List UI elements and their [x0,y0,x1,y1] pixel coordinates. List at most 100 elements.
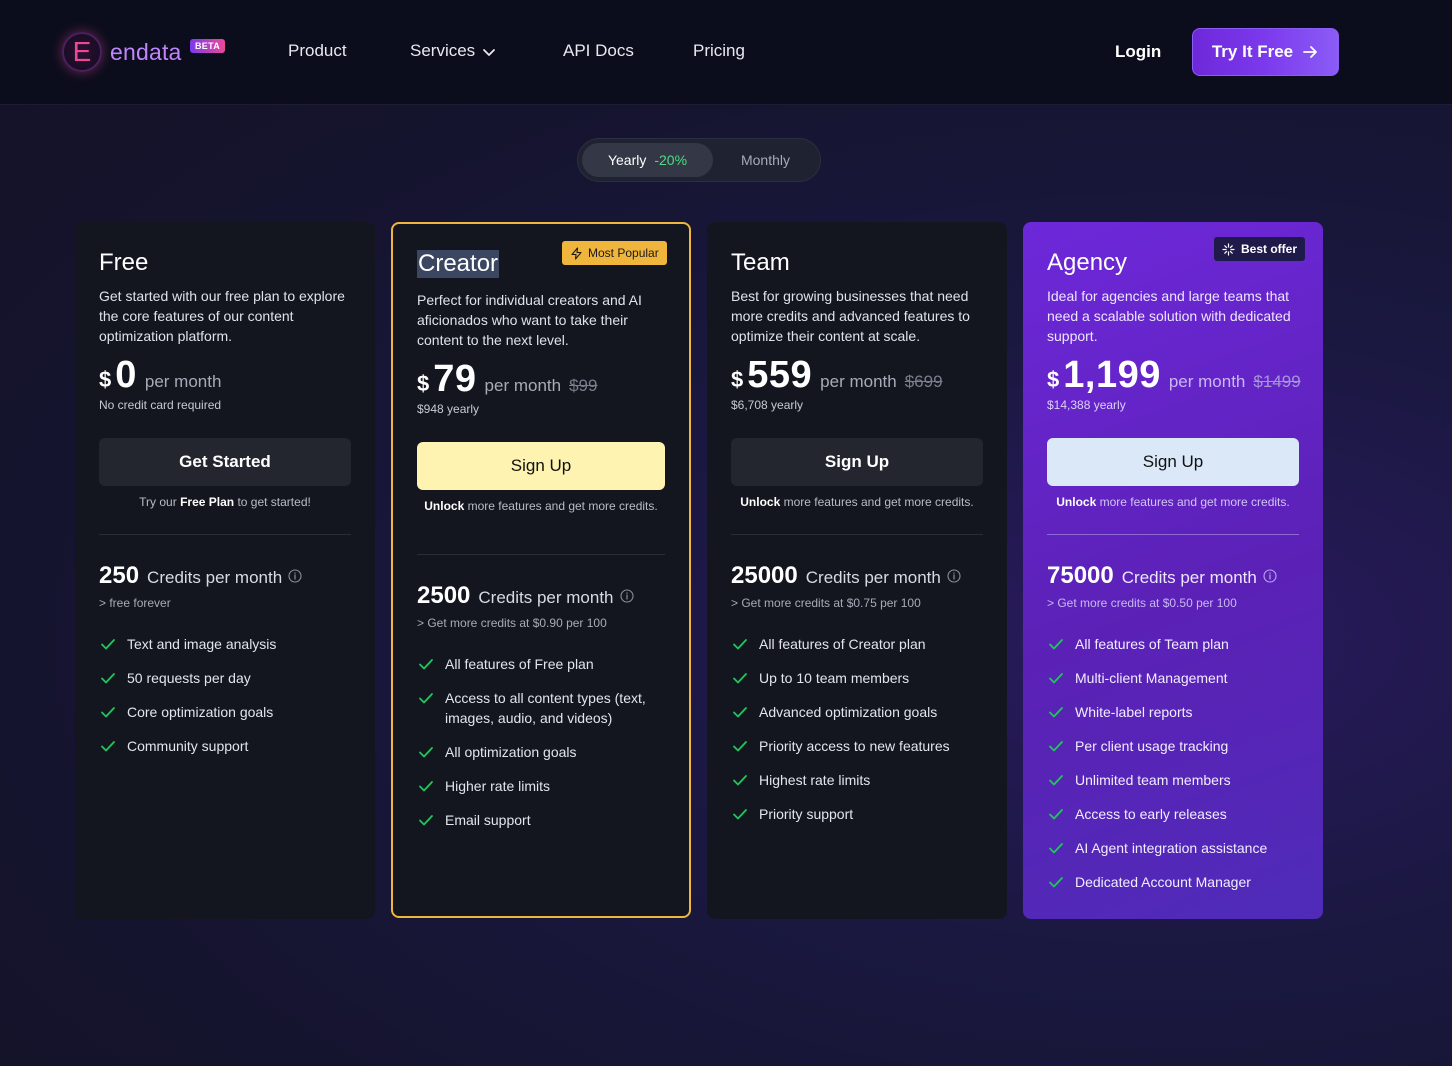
nav-link-product[interactable]: Product [288,41,347,61]
sign-up-button[interactable]: Sign Up [731,438,983,486]
check-icon [733,707,747,718]
check-icon [101,673,115,684]
feature-text: Higher rate limits [445,778,551,794]
feature-item: Priority access to new features [731,736,991,756]
feature-item: Community support [99,736,359,756]
divider [731,534,983,535]
price-amount: 0 [115,354,137,396]
credits-row: 25000 Credits per month [731,562,961,590]
feature-text: Up to 10 team members [759,670,910,686]
toggle-yearly[interactable]: Yearly -20% [582,143,713,177]
feature-text: Multi-client Management [1075,670,1228,686]
credits-amount: 25000 [731,562,798,589]
feature-text: Community support [127,738,249,754]
info-icon[interactable] [619,589,634,603]
feature-item: Access to early releases [1047,804,1307,824]
cta-note: Unlock more features and get more credit… [417,498,665,514]
try-free-label: Try It Free [1211,42,1294,61]
feature-text: Highest rate limits [759,772,871,788]
feature-item: All features of Team plan [1047,634,1307,654]
cta-note-bold: Unlock [1056,495,1097,509]
check-icon [101,707,115,718]
price-period: per month [144,372,222,391]
price-subtext: $948 yearly [417,402,480,416]
check-icon [1049,877,1063,888]
info-icon[interactable] [288,569,302,583]
credits-amount: 250 [99,562,140,589]
feature-item: Priority support [731,804,991,824]
check-icon [419,815,433,826]
feature-item: Email support [417,810,677,830]
feature-item: Dedicated Account Manager [1047,872,1307,892]
plan-description: Perfect for individual creators and AI a… [417,292,642,348]
price-original: $699 [904,372,943,391]
credits-label: Credits per month [805,568,941,587]
price-currency: $ [731,367,744,392]
toggle-monthly[interactable]: Monthly [713,143,818,177]
check-icon [733,673,747,684]
price-row: $ 559 per month $699 [731,354,943,397]
check-icon [1049,775,1063,786]
credits-subtext: > free forever [99,596,171,610]
cta-note-bold: Unlock [424,499,465,513]
feature-item: Advanced optimization goals [731,702,991,722]
info-icon[interactable] [1263,569,1277,583]
divider [417,554,665,555]
credits-subtext: > Get more credits at $0.90 per 100 [417,616,607,630]
credits-amount: 2500 [417,582,471,609]
price-amount: 559 [747,354,813,396]
check-icon [733,775,747,786]
feature-text: White-label reports [1075,704,1193,720]
feature-list: All features of Free plan Access to all … [417,654,677,844]
sign-up-button[interactable]: Sign Up [1047,438,1299,486]
plan-name: Team [731,249,790,276]
info-icon[interactable] [947,569,961,583]
check-icon [419,659,433,670]
feature-list: All features of Creator plan Up to 10 te… [731,634,991,838]
cta-note-bold: Free Plan [180,495,235,509]
get-started-button[interactable]: Get Started [99,438,351,486]
login-link[interactable]: Login [1115,42,1161,62]
chevron-down-icon [483,48,496,56]
feature-item: AI Agent integration assistance [1047,838,1307,858]
billing-toggle: Yearly -20% Monthly [577,138,821,182]
price-row: $ 79 per month $99 [417,358,597,401]
feature-text: Email support [445,812,531,828]
check-icon [419,781,433,792]
bolt-icon [571,246,582,260]
price-row: $ 0 per month [99,354,221,397]
feature-text: All optimization goals [445,744,577,760]
logo-text: endata [110,38,182,65]
plan-card-creator: Most Popular Creator Perfect for individ… [391,222,691,918]
sign-up-button[interactable]: Sign Up [417,442,665,490]
price-currency: $ [417,371,430,396]
logo-mark: E [62,32,102,72]
nav-link-services[interactable]: Services [410,41,497,61]
price-period: per month [484,376,562,395]
credits-label: Credits per month [478,588,614,607]
divider [1047,534,1299,535]
plan-description: Ideal for agencies and large teams that … [1047,288,1291,344]
cta-note-suffix: more features and get more credits. [464,499,658,513]
feature-text: Core optimization goals [127,704,274,720]
cta-note: Unlock more features and get more credit… [1047,494,1299,510]
feature-item: All optimization goals [417,742,677,762]
check-icon [1049,639,1063,650]
check-icon [101,741,115,752]
check-icon [733,639,747,650]
cta-note-prefix: Try our [139,495,181,509]
credits-amount: 75000 [1047,562,1114,589]
most-popular-label: Most Popular [588,246,659,260]
divider [99,534,351,535]
nav-link-api-docs[interactable]: API Docs [563,41,634,61]
nav-link-pricing[interactable]: Pricing [693,41,745,61]
logo[interactable]: E endata BETA [62,32,226,72]
feature-text: Text and image analysis [127,636,277,652]
cta-note-bold: Unlock [740,495,781,509]
cta-note: Unlock more features and get more credit… [731,494,983,510]
try-free-button[interactable]: Try It Free [1192,28,1339,76]
price-period: per month [1168,372,1246,391]
price-original: $1499 [1253,372,1301,391]
feature-item: White-label reports [1047,702,1307,722]
plan-card-free: Free Get started with our free plan to e… [75,222,375,919]
